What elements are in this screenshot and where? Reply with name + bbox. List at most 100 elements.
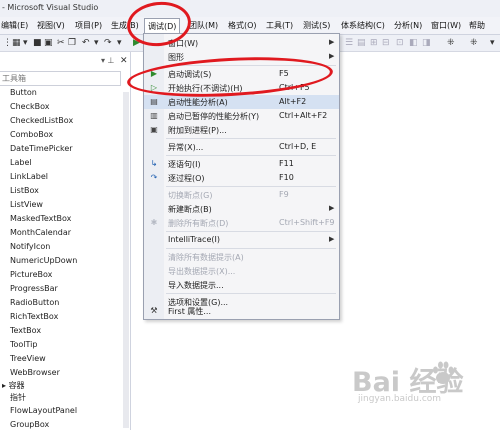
expand-icon: ▸ <box>2 381 7 390</box>
toolbox-item[interactable]: LinkLabel <box>10 172 48 181</box>
toolbox-item[interactable]: TreeView <box>10 354 46 363</box>
menu-item-start-performance-analysis[interactable]: ▤ 启动性能分析(A) Alt+F2 <box>144 95 339 109</box>
menu-item-export-datatips[interactable]: 导出数据提示(X)... <box>144 264 339 278</box>
performance-icon: ▤ <box>150 97 158 106</box>
menu-test[interactable]: 测试(S) <box>303 20 330 31</box>
paused-performance-icon: ▥ <box>150 111 158 120</box>
pin-icon[interactable]: ▾ ⊥ <box>101 56 115 65</box>
toolbox-item[interactable]: TextBox <box>10 326 41 335</box>
menu-item-intellitrace[interactable]: IntelliTrace(I) ▶ <box>144 233 339 247</box>
toolbox-scrollbar[interactable] <box>123 92 129 428</box>
undo-icon[interactable]: ↶ <box>82 38 90 48</box>
paw-logo-icon <box>433 361 454 384</box>
menu-item-attach-to-process[interactable]: ▣ 附加到进程(P)... <box>144 123 339 137</box>
format-toolbar-icon[interactable]: ☰ <box>345 38 353 48</box>
submenu-arrow-icon: ▶ <box>329 38 335 46</box>
menu-separator <box>166 155 336 156</box>
watermark: Bai 经验 jingyan.baidu.com <box>352 360 487 410</box>
menu-item-toggle-breakpoint[interactable]: 切换断点(G) F9 <box>144 188 339 202</box>
toolbox-item[interactable]: PictureBox <box>10 270 52 279</box>
menu-separator <box>166 293 336 294</box>
tab-order-icon[interactable]: ⁜ <box>447 38 455 48</box>
toolbox-item[interactable]: RadioButton <box>10 298 59 307</box>
watermark-url: jingyan.baidu.com <box>358 394 442 404</box>
save-all-icon[interactable]: ▣ <box>44 38 53 48</box>
spacing-icon[interactable]: ⊟ <box>382 38 390 48</box>
toolbox-item[interactable]: RichTextBox <box>10 312 58 321</box>
toolbox-item[interactable]: MonthCalendar <box>10 228 71 237</box>
bring-front-icon[interactable]: ◧ <box>409 38 418 48</box>
menu-architecture[interactable]: 体系结构(C) <box>341 20 385 31</box>
menu-item-clear-all-datatips[interactable]: 清除所有数据提示(A) <box>144 250 339 264</box>
menu-separator <box>166 138 336 139</box>
center-icon[interactable]: ⊡ <box>396 38 404 48</box>
toolbox-item[interactable]: NumericUpDown <box>10 256 77 265</box>
toolbox-title: 工具箱 <box>2 74 26 83</box>
toolbar-grip-icon: ⋮ <box>3 38 12 48</box>
send-back-icon[interactable]: ◨ <box>422 38 431 48</box>
toolbox-item[interactable]: ListBox <box>10 186 39 195</box>
toolbox-item[interactable]: ToolTip <box>10 340 37 349</box>
toolbox-item[interactable]: CheckBox <box>10 102 49 111</box>
menu-project[interactable]: 项目(P) <box>75 20 102 31</box>
toolbar-overflow-icon[interactable]: ▾ <box>490 38 495 48</box>
window-title: - Microsoft Visual Studio <box>2 3 99 12</box>
toolbox-item[interactable]: GroupBox <box>10 420 49 429</box>
submenu-arrow-icon: ▶ <box>329 52 335 60</box>
menu-item-delete-all-breakpoints[interactable]: ✱ 删除所有断点(D) Ctrl+Shift+F9 <box>144 216 339 230</box>
layout-icon[interactable]: ⁜ <box>470 38 478 48</box>
toolbox-item[interactable]: ListView <box>10 200 43 209</box>
open-file-icon[interactable]: ▾ <box>23 38 28 48</box>
size-icon[interactable]: ⊞ <box>370 38 378 48</box>
undo-dropdown-icon[interactable]: ▾ <box>94 38 99 48</box>
title-bar: - Microsoft Visual Studio <box>0 0 500 17</box>
align-icon[interactable]: ▤ <box>357 38 366 48</box>
toolbox-item[interactable]: 指针 <box>10 392 26 403</box>
toolbox-item[interactable]: WebBrowser <box>10 368 60 377</box>
copy-icon[interactable]: ❐ <box>68 38 76 48</box>
menu-item-project-properties[interactable]: ⚒ First 属性... <box>144 304 339 318</box>
menu-item-exceptions[interactable]: 异常(X)... Ctrl+D, E <box>144 140 339 154</box>
toolbox-item[interactable]: NotifyIcon <box>10 242 50 251</box>
menu-item-new-breakpoint[interactable]: 新建断点(B) ▶ <box>144 202 339 216</box>
menu-separator <box>166 231 336 232</box>
toolbox-item[interactable]: FlowLayoutPanel <box>10 406 77 415</box>
menu-tools[interactable]: 工具(T) <box>266 20 293 31</box>
menu-item-step-into[interactable]: ↳ 逐语句(I) F11 <box>144 157 339 171</box>
wrench-icon: ⚒ <box>150 306 158 315</box>
toolbox-item[interactable]: ProgressBar <box>10 284 58 293</box>
toolbox-item[interactable]: CheckedListBox <box>10 116 73 125</box>
toolbox-item[interactable]: ComboBox <box>10 130 53 139</box>
menu-team[interactable]: 团队(M) <box>189 20 218 31</box>
attach-icon: ▣ <box>150 125 158 134</box>
toolbox-item[interactable]: DateTimePicker <box>10 144 73 153</box>
redo-icon[interactable]: ↷ <box>104 38 112 48</box>
toolbox-section-label: 容器 <box>8 381 25 390</box>
new-project-icon[interactable]: ▦ <box>12 38 21 48</box>
submenu-arrow-icon: ▶ <box>329 204 335 212</box>
delete-breakpoints-icon: ✱ <box>150 218 158 227</box>
step-into-icon: ↳ <box>150 159 158 168</box>
menu-item-step-over[interactable]: ↷ 逐过程(O) F10 <box>144 171 339 185</box>
save-icon[interactable]: ■ <box>33 38 42 48</box>
toolbox-item[interactable]: Label <box>10 158 32 167</box>
menu-view[interactable]: 视图(V) <box>37 20 65 31</box>
menu-separator <box>166 186 336 187</box>
toolbox-item[interactable]: Button <box>10 88 37 97</box>
toolbox-panel: ▾ ⊥ ✕ 工具箱 Button CheckBox CheckedListBox… <box>0 52 131 430</box>
toolbox-section-header[interactable]: ▸ 容器 <box>2 380 25 391</box>
step-over-icon: ↷ <box>150 173 158 182</box>
menu-analyze[interactable]: 分析(N) <box>394 20 422 31</box>
toolbox-search[interactable]: 工具箱 <box>0 71 121 86</box>
close-icon[interactable]: ✕ <box>120 56 128 66</box>
menu-item-start-paused-performance-analysis[interactable]: ▥ 启动已暂停的性能分析(Y) Ctrl+Alt+F2 <box>144 109 339 123</box>
cut-icon[interactable]: ✂ <box>57 38 65 48</box>
menu-item-import-datatips[interactable]: 导入数据提示... <box>144 278 339 292</box>
menu-help[interactable]: 帮助 <box>469 20 485 31</box>
toolbox-header: ▾ ⊥ ✕ <box>0 56 130 70</box>
toolbox-item[interactable]: MaskedTextBox <box>10 214 71 223</box>
menu-format[interactable]: 格式(O) <box>228 20 257 31</box>
menu-window[interactable]: 窗口(W) <box>431 20 461 31</box>
menu-edit[interactable]: 编辑(E) <box>1 20 28 31</box>
redo-dropdown-icon[interactable]: ▾ <box>117 38 122 48</box>
